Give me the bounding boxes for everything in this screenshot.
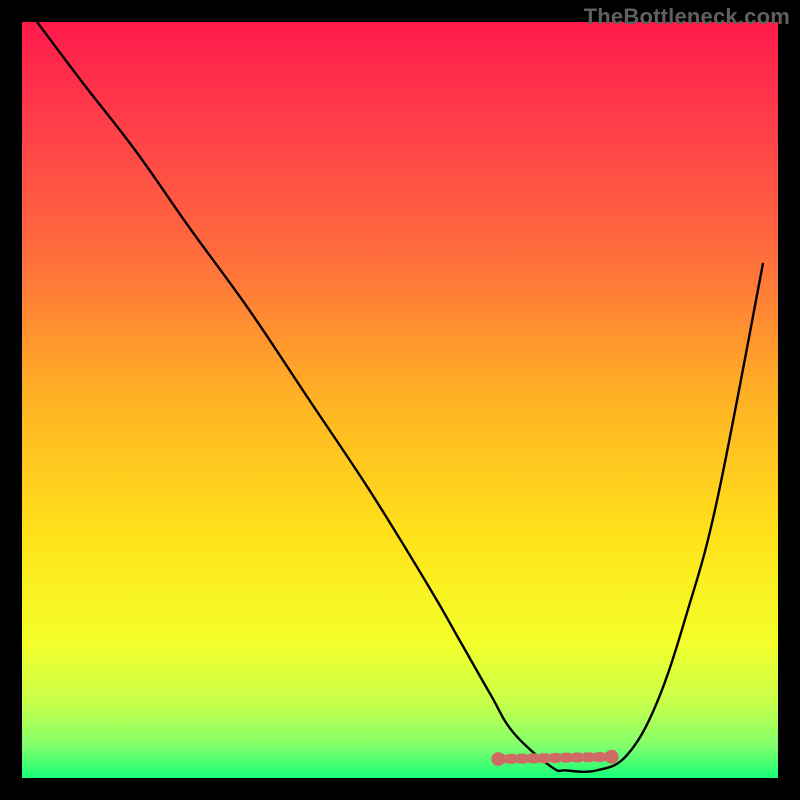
watermark-text: TheBottleneck.com <box>584 4 790 30</box>
bottleneck-plot <box>22 22 778 778</box>
chart-frame: TheBottleneck.com <box>0 0 800 800</box>
optimal-range-start-dot <box>491 752 505 766</box>
plot-background <box>22 22 778 778</box>
optimal-range-line <box>498 757 611 759</box>
optimal-range-end-dot <box>605 750 619 764</box>
